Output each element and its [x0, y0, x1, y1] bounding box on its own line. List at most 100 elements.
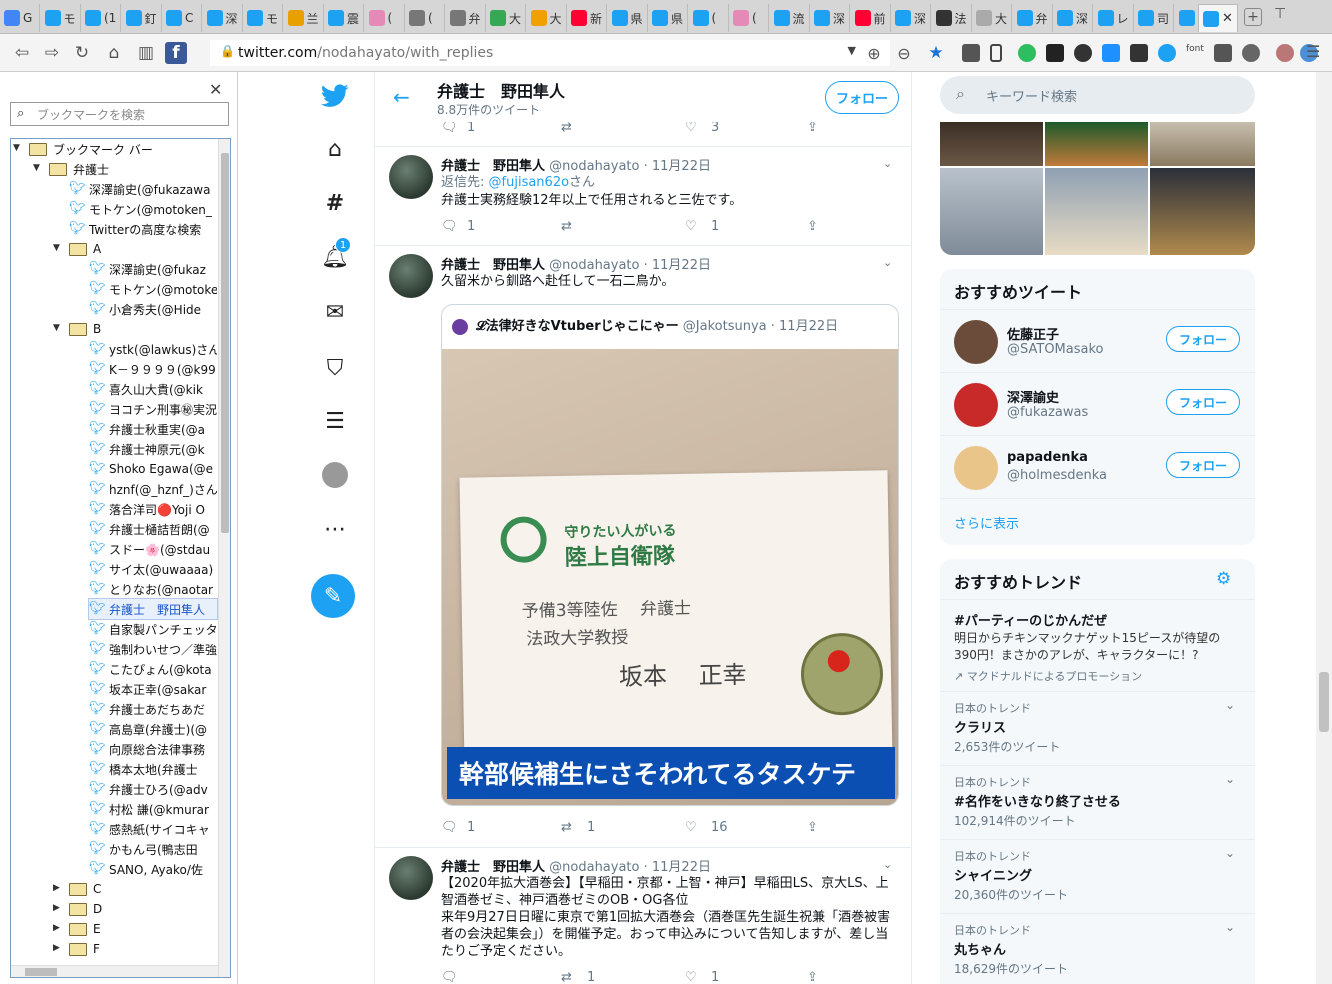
media-thumb[interactable] [1045, 168, 1148, 255]
dropdown-icon[interactable]: ▼ [848, 44, 856, 57]
bookmark-item[interactable]: 🐦︎ 強制わいせつ／準強 [89, 639, 217, 659]
page-scrollbar[interactable] [1316, 72, 1332, 984]
expand-right-icon[interactable]: ▶ [53, 883, 60, 893]
chevron-down-icon[interactable]: ⌄ [883, 157, 892, 170]
browser-tab[interactable]: 大 [486, 4, 526, 32]
bookmark-folder[interactable]: ブックマーク バー [29, 139, 217, 159]
reply-to-handle[interactable]: @fujisan62o [489, 175, 570, 190]
font-icon[interactable]: font [1186, 44, 1208, 62]
browser-tab[interactable]: 大 [972, 4, 1012, 32]
recommended-user[interactable]: 佐藤正子 @SATOMasako フォロー [940, 309, 1255, 372]
media-thumb[interactable] [1045, 122, 1148, 166]
bookmark-item[interactable]: 🐦︎ かもん弓(鴨志田 [89, 839, 217, 859]
bookmark-item[interactable]: 🐦︎ サイ太(@uwaaaa) [89, 559, 217, 579]
home-icon[interactable]: ⌂ [321, 135, 349, 163]
evernote-icon[interactable] [1018, 44, 1036, 62]
share-icon[interactable]: ⇪ [807, 120, 818, 135]
bookmark-item[interactable]: 🐦︎ 橋本太地(弁護士 [89, 759, 217, 779]
browser-tab[interactable]: モ [243, 4, 283, 32]
bookmarks-icon[interactable]: ⛉ [321, 354, 349, 382]
reply-icon[interactable]: 🗨︎ [441, 820, 458, 835]
avatar[interactable] [389, 254, 433, 298]
bookmark-folder[interactable]: F [69, 939, 217, 959]
active-tab[interactable]: ✕ [1198, 4, 1238, 32]
expand-right-icon[interactable]: ▶ [53, 903, 60, 913]
reply-icon[interactable]: 🗨︎ [441, 120, 458, 135]
hscrollbar-thumb[interactable] [25, 968, 57, 976]
bookmark-item[interactable]: 🐦︎ スドー🌸(@stdau [89, 539, 217, 559]
retweet-icon[interactable]: ⇄ [561, 219, 572, 234]
lists-icon[interactable]: ☰ [321, 407, 349, 435]
home-icon[interactable]: ⌂ [102, 41, 126, 65]
trend-item[interactable]: 日本のトレンド クラリス 2,653件のツイート ⌄ [940, 691, 1255, 765]
bookmark-item[interactable]: 🐦︎ 弁護士 野田隼人 [88, 598, 218, 620]
trend-item[interactable]: 日本のトレンド 丸ちゃん 18,629件のツイート ⌄ [940, 913, 1255, 984]
quote-image[interactable]: 守りたい人がいる 陸上自衛隊 予備3等陸佐 弁護士 法政大学教授 坂本 正幸 幹… [442, 349, 898, 805]
bookmark-folder[interactable]: E [69, 919, 217, 939]
retweet-icon[interactable]: ⇄ [561, 820, 572, 835]
twitter-search-input[interactable]: ⌕ キーワード検索 [940, 76, 1255, 114]
expand-right-icon[interactable]: ▶ [53, 943, 60, 953]
avatar[interactable] [389, 856, 433, 900]
page-scrollbar-thumb[interactable] [1319, 672, 1329, 732]
browser-tab[interactable]: レ [1094, 4, 1134, 32]
tweet-handle[interactable]: @nodahayato [549, 258, 639, 273]
bookmark-item[interactable]: 🐦︎ モトケン(@motoke [89, 279, 217, 299]
bookmark-item[interactable]: 🐦︎ モトケン(@motoken_ [69, 199, 217, 219]
bookmark-item[interactable]: 🐦︎ ヨコチン刑事㊙実況 [89, 399, 217, 419]
bookmark-item[interactable]: 🐦︎ とりなお(@naotar [89, 579, 217, 599]
browser-tab[interactable]: 県 [608, 4, 648, 32]
facebook-icon[interactable]: f [165, 42, 187, 64]
profile-avatar-icon[interactable] [321, 461, 349, 489]
compose-tweet-button[interactable]: ✎ [311, 574, 355, 618]
user-handle[interactable]: @SATOMasako [1007, 342, 1104, 357]
browser-tab[interactable]: 深 [1053, 4, 1093, 32]
bookmark-item[interactable]: 🐦︎ 向原総合法律事務 [89, 739, 217, 759]
extension-icon-3[interactable] [1242, 44, 1260, 62]
chevron-down-icon[interactable]: ⌄ [1225, 772, 1235, 786]
bookmark-item[interactable]: 🐦︎ 深澤諭史(@fukazawa [69, 179, 217, 199]
tweet-author-name[interactable]: 弁護士 野田隼人 [441, 258, 545, 273]
messages-mail-icon[interactable]: ✉ [321, 298, 349, 326]
expand-down-icon[interactable]: ▼ [53, 243, 60, 253]
tweet-date[interactable]: · 11月22日 [644, 258, 711, 273]
avatar[interactable] [954, 383, 998, 427]
browser-tab[interactable]: 司 [1134, 4, 1174, 32]
bookmark-item[interactable]: 🐦︎ 喜久山大貴(@kik [89, 379, 217, 399]
user-name[interactable]: papadenka [1007, 450, 1088, 465]
avatar[interactable] [389, 155, 433, 199]
shirt-icon[interactable]: ⊤ [1274, 6, 1286, 22]
twitter-extension-icon[interactable] [1158, 44, 1176, 62]
expand-down-icon[interactable]: ▼ [13, 143, 20, 153]
extension-icon[interactable] [962, 44, 980, 62]
bookmark-tree-hscrollbar[interactable] [11, 965, 218, 977]
browser-tab[interactable]: 釘 [122, 4, 162, 32]
tweet-date[interactable]: · 11月22日 [644, 860, 711, 875]
user-handle[interactable]: @fukazawas [1007, 405, 1088, 420]
forward-icon[interactable]: ⇨ [40, 41, 64, 65]
expand-right-icon[interactable]: ▶ [53, 923, 60, 933]
close-icon[interactable]: ✕ [209, 80, 222, 99]
expand-down-icon[interactable]: ▼ [53, 323, 60, 333]
bookmark-item[interactable]: 🐦︎ 弁護士樋詰哲朗(@ [89, 519, 217, 539]
tweet-author-name[interactable]: 弁護士 野田隼人 [441, 159, 545, 174]
tweet-item[interactable]: 弁護士 野田隼人 @nodahayato · 11月22日 ⌄ 返信先: @fu… [375, 146, 911, 244]
browser-tab[interactable]: 弁 [446, 4, 486, 32]
browser-tab[interactable]: ( [365, 4, 405, 32]
more-icon[interactable]: ⋯ [321, 515, 349, 543]
browser-tab[interactable]: ( [689, 4, 729, 32]
back-arrow-icon[interactable]: ← [393, 85, 410, 109]
bookmark-folder[interactable]: C [69, 879, 217, 899]
browser-tab[interactable]: G [0, 4, 40, 32]
browser-tab[interactable]: 深 [810, 4, 850, 32]
tweet-author-name[interactable]: 弁護士 野田隼人 [441, 860, 545, 875]
back-icon[interactable]: ⇦ [10, 41, 34, 65]
browser-tab[interactable]: ( [729, 4, 769, 32]
user-name[interactable]: 深澤諭史 [1007, 387, 1059, 406]
extension-icon-2[interactable] [1214, 44, 1232, 62]
chevron-down-icon[interactable]: ⌄ [1225, 698, 1235, 712]
tweet-handle[interactable]: @nodahayato [549, 159, 639, 174]
settings-gear-icon[interactable]: ⚙ [1216, 569, 1231, 589]
url-shortener-icon[interactable] [1046, 44, 1064, 62]
browser-tab[interactable]: 法 [932, 4, 972, 32]
